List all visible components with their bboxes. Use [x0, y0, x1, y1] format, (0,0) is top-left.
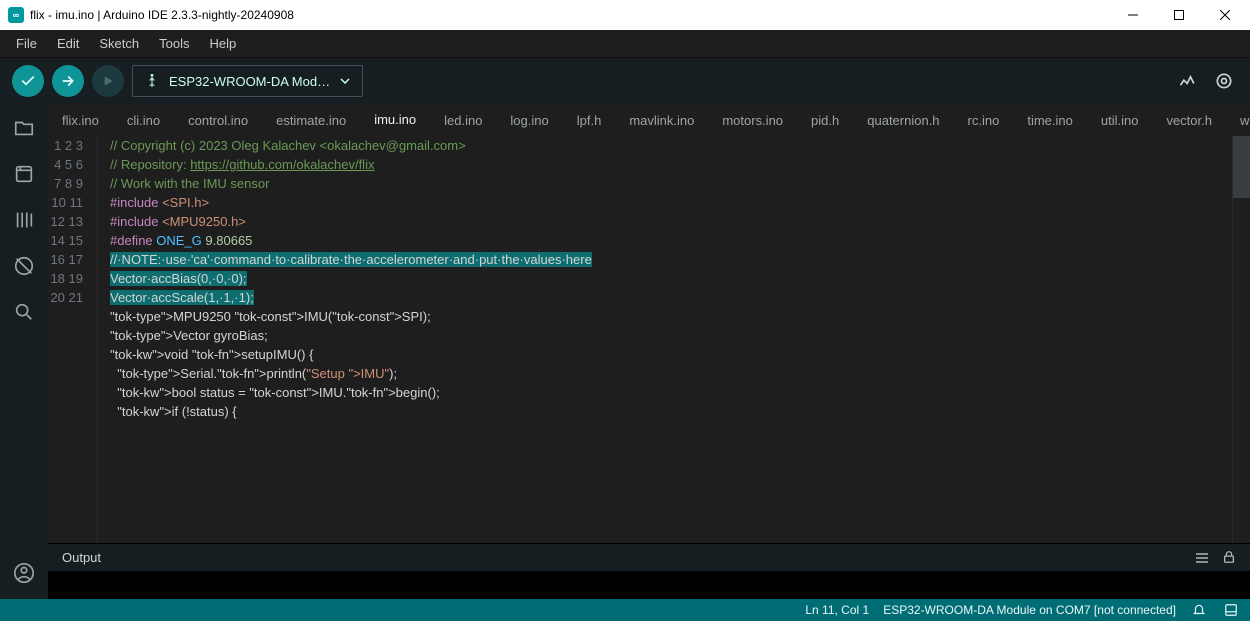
board-selector[interactable]: ESP32-WROOM-DA Mod…	[132, 65, 363, 97]
tab-mavlink[interactable]: mavlink.ino	[615, 104, 708, 136]
serial-plotter-button[interactable]	[1174, 67, 1202, 95]
activity-bar	[0, 104, 48, 599]
editor-tabs: flix.ino cli.ino control.ino estimate.in…	[48, 104, 1250, 136]
tab-led[interactable]: led.ino	[430, 104, 496, 136]
menu-tools[interactable]: Tools	[151, 33, 197, 54]
close-panel-icon[interactable]	[1222, 603, 1240, 617]
tab-rc[interactable]: rc.ino	[954, 104, 1014, 136]
chevron-down-icon	[340, 76, 350, 86]
code-editor[interactable]: 1 2 3 4 5 6 7 8 9 10 11 12 13 14 15 16 1…	[48, 136, 1250, 543]
output-panel-title: Output	[62, 550, 101, 565]
board-selector-label: ESP32-WROOM-DA Mod…	[169, 74, 330, 89]
line-gutter: 1 2 3 4 5 6 7 8 9 10 11 12 13 14 15 16 1…	[48, 136, 98, 543]
verify-button[interactable]	[12, 65, 44, 97]
account-icon[interactable]	[10, 559, 38, 587]
tab-time[interactable]: time.ino	[1013, 104, 1087, 136]
minimap-thumb[interactable]	[1233, 136, 1250, 198]
sketchbook-icon[interactable]	[10, 114, 38, 142]
tab-motors[interactable]: motors.ino	[708, 104, 797, 136]
debug-icon[interactable]	[10, 252, 38, 280]
panel-lock-icon[interactable]	[1222, 550, 1236, 566]
upload-button[interactable]	[52, 65, 84, 97]
minimap[interactable]	[1232, 136, 1250, 543]
output-panel-body[interactable]	[48, 571, 1250, 599]
tab-util[interactable]: util.ino	[1087, 104, 1153, 136]
window-titlebar: ∞ flix - imu.ino | Arduino IDE 2.3.3-nig…	[0, 0, 1250, 30]
tab-vector[interactable]: vector.h	[1152, 104, 1226, 136]
arduino-logo-icon: ∞	[8, 7, 24, 23]
menu-edit[interactable]: Edit	[49, 33, 87, 54]
status-bar: Ln 11, Col 1 ESP32-WROOM-DA Module on CO…	[0, 599, 1250, 621]
notifications-icon[interactable]	[1190, 603, 1208, 617]
menubar: File Edit Sketch Tools Help	[0, 30, 1250, 58]
tab-control[interactable]: control.ino	[174, 104, 262, 136]
window-minimize-button[interactable]	[1110, 0, 1156, 30]
output-panel-header: Output	[48, 543, 1250, 571]
tab-estimate[interactable]: estimate.ino	[262, 104, 360, 136]
boards-manager-icon[interactable]	[10, 160, 38, 188]
tab-cli[interactable]: cli.ino	[113, 104, 174, 136]
menu-help[interactable]: Help	[201, 33, 244, 54]
panel-options-icon[interactable]	[1194, 550, 1210, 566]
tab-wifi[interactable]: wifi.ino	[1226, 104, 1250, 136]
window-title: flix - imu.ino | Arduino IDE 2.3.3-night…	[30, 8, 1110, 22]
menu-file[interactable]: File	[8, 33, 45, 54]
status-board[interactable]: ESP32-WROOM-DA Module on COM7 [not conne…	[883, 603, 1176, 617]
usb-icon	[145, 74, 159, 88]
window-maximize-button[interactable]	[1156, 0, 1202, 30]
tab-lpf[interactable]: lpf.h	[563, 104, 616, 136]
debug-button[interactable]	[92, 65, 124, 97]
status-cursor[interactable]: Ln 11, Col 1	[805, 603, 869, 617]
window-close-button[interactable]	[1202, 0, 1248, 30]
search-icon[interactable]	[10, 298, 38, 326]
tab-log[interactable]: log.ino	[496, 104, 562, 136]
menu-sketch[interactable]: Sketch	[91, 33, 147, 54]
tab-quaternion[interactable]: quaternion.h	[853, 104, 953, 136]
serial-monitor-button[interactable]	[1210, 67, 1238, 95]
toolbar: ESP32-WROOM-DA Mod…	[0, 58, 1250, 104]
tab-imu[interactable]: imu.ino	[360, 104, 430, 136]
tab-pid[interactable]: pid.h	[797, 104, 853, 136]
code-content[interactable]: // Copyright (c) 2023 Oleg Kalachev <oka…	[98, 136, 1232, 543]
tab-flix[interactable]: flix.ino	[48, 104, 113, 136]
library-manager-icon[interactable]	[10, 206, 38, 234]
